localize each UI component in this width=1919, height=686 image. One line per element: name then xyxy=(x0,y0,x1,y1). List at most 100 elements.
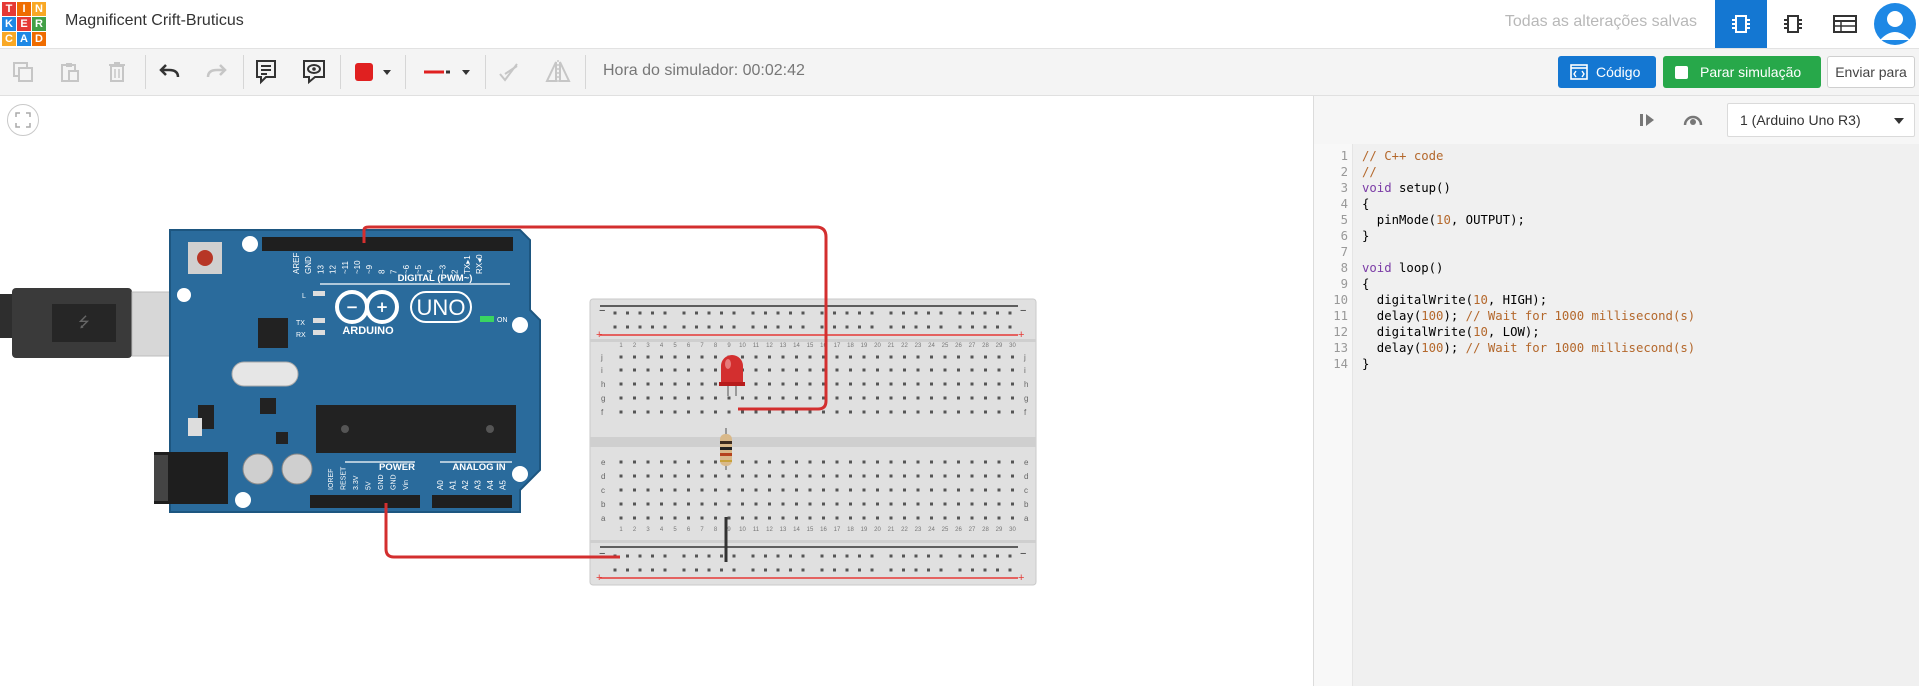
breadboard-hole[interactable] xyxy=(902,554,905,558)
breadboard-hole[interactable] xyxy=(781,410,785,414)
breadboard-hole[interactable] xyxy=(849,410,852,414)
breadboard-hole[interactable] xyxy=(619,355,623,359)
breadboard-hole[interactable] xyxy=(795,410,798,414)
breadboard-hole[interactable] xyxy=(997,368,1001,372)
breadboard-hole[interactable] xyxy=(862,410,866,414)
breadboard-hole[interactable] xyxy=(663,325,667,329)
delete-button[interactable] xyxy=(99,55,135,89)
breadboard-hole[interactable] xyxy=(943,382,947,386)
breadboard-hole[interactable] xyxy=(983,568,987,572)
step-button[interactable] xyxy=(1637,110,1657,135)
breadboard-hole[interactable] xyxy=(957,474,960,478)
breadboard-hole[interactable] xyxy=(638,311,642,315)
breadboard-hole[interactable] xyxy=(727,502,731,506)
breadboard-hole[interactable] xyxy=(1011,368,1014,372)
breadboard-hole[interactable] xyxy=(889,460,893,464)
breadboard-hole[interactable] xyxy=(903,474,906,478)
breadboard-hole[interactable] xyxy=(789,568,792,572)
breadboard-hole[interactable] xyxy=(1008,325,1012,329)
breadboard-hole[interactable] xyxy=(633,474,636,478)
breadboard-hole[interactable] xyxy=(727,474,731,478)
breadboard-hole[interactable] xyxy=(660,488,663,492)
breadboard-hole[interactable] xyxy=(768,396,771,400)
breadboard-hole[interactable] xyxy=(741,396,744,400)
breadboard-hole[interactable] xyxy=(651,554,654,558)
breadboard-hole[interactable] xyxy=(633,396,636,400)
breadboard-hole[interactable] xyxy=(970,368,974,372)
breadboard-hole[interactable] xyxy=(914,311,918,315)
breadboard-hole[interactable] xyxy=(916,355,920,359)
copy-button[interactable] xyxy=(5,55,41,89)
breadboard-hole[interactable] xyxy=(862,396,866,400)
breadboard-hole[interactable] xyxy=(889,410,893,414)
breadboard-hole[interactable] xyxy=(673,516,677,520)
breadboard-hole[interactable] xyxy=(660,355,663,359)
breadboard-hole[interactable] xyxy=(687,460,690,464)
breadboard-hole[interactable] xyxy=(754,474,758,478)
notes-button[interactable] xyxy=(248,55,284,89)
breadboard-hole[interactable] xyxy=(754,460,758,464)
breadboard-hole[interactable] xyxy=(714,410,717,414)
breadboard-hole[interactable] xyxy=(997,355,1001,359)
breadboard-hole[interactable] xyxy=(971,311,974,315)
breadboard-hole[interactable] xyxy=(983,325,987,329)
breadboard-hole[interactable] xyxy=(682,311,686,315)
code-editor[interactable]: 1// C++ code 2//3 void setup() 4{5 pinMode(… xyxy=(1314,148,1919,372)
breadboard-hole[interactable] xyxy=(914,325,918,329)
breadboard-hole[interactable] xyxy=(808,502,812,506)
breadboard-hole[interactable] xyxy=(660,368,663,372)
breadboard-hole[interactable] xyxy=(835,382,839,386)
breadboard-hole[interactable] xyxy=(619,474,623,478)
breadboard-hole[interactable] xyxy=(754,488,758,492)
breadboard-hole[interactable] xyxy=(741,502,744,506)
breadboard-hole[interactable] xyxy=(835,502,839,506)
breadboard-hole[interactable] xyxy=(870,554,874,558)
breadboard-hole[interactable] xyxy=(700,516,704,520)
breadboard-hole[interactable] xyxy=(833,568,836,572)
breadboard-hole[interactable] xyxy=(889,368,893,372)
breadboard-hole[interactable] xyxy=(619,516,623,520)
breadboard-hole[interactable] xyxy=(862,460,866,464)
breadboard-hole[interactable] xyxy=(808,410,812,414)
breadboard-hole[interactable] xyxy=(903,516,906,520)
breadboard-hole[interactable] xyxy=(795,460,798,464)
wire-type-picker[interactable] xyxy=(415,55,477,89)
breadboard-hole[interactable] xyxy=(727,516,731,520)
breadboard-hole[interactable] xyxy=(673,355,677,359)
breadboard-hole[interactable] xyxy=(914,568,918,572)
breadboard-hole[interactable] xyxy=(984,474,987,478)
breadboard-hole[interactable] xyxy=(741,460,744,464)
breadboard-hole[interactable] xyxy=(660,410,663,414)
breadboard-hole[interactable] xyxy=(768,368,771,372)
breadboard-hole[interactable] xyxy=(660,396,663,400)
breadboard-hole[interactable] xyxy=(741,488,744,492)
breadboard-hole[interactable] xyxy=(781,355,785,359)
breadboard-hole[interactable] xyxy=(789,311,792,315)
breadboard-hole[interactable] xyxy=(997,516,1001,520)
breadboard-hole[interactable] xyxy=(781,382,785,386)
breadboard-hole[interactable] xyxy=(695,325,698,329)
stop-simulation-button[interactable]: Parar simulação xyxy=(1663,56,1821,88)
breadboard-hole[interactable] xyxy=(927,568,930,572)
breadboard-hole[interactable] xyxy=(754,502,758,506)
breadboard-hole[interactable] xyxy=(626,554,629,558)
breadboard-hole[interactable] xyxy=(646,460,650,464)
breadboard-hole[interactable] xyxy=(930,355,933,359)
breadboard-hole[interactable] xyxy=(1008,554,1012,558)
breadboard-hole[interactable] xyxy=(916,368,920,372)
breadboard-hole[interactable] xyxy=(822,410,825,414)
breadboard-hole[interactable] xyxy=(889,502,893,506)
breadboard-hole[interactable] xyxy=(1011,355,1014,359)
breadboard-hole[interactable] xyxy=(754,368,758,372)
breadboard-hole[interactable] xyxy=(687,368,690,372)
breadboard-hole[interactable] xyxy=(916,516,920,520)
breadboard-hole[interactable] xyxy=(638,554,642,558)
breadboard-hole[interactable] xyxy=(970,474,974,478)
breadboard-hole[interactable] xyxy=(1011,460,1014,464)
breadboard-hole[interactable] xyxy=(957,396,960,400)
breadboard-hole[interactable] xyxy=(957,355,960,359)
breadboard-hole[interactable] xyxy=(751,311,755,315)
schematic-view-button[interactable] xyxy=(1767,0,1819,48)
breadboard-hole[interactable] xyxy=(808,516,812,520)
breadboard-hole[interactable] xyxy=(889,325,893,329)
